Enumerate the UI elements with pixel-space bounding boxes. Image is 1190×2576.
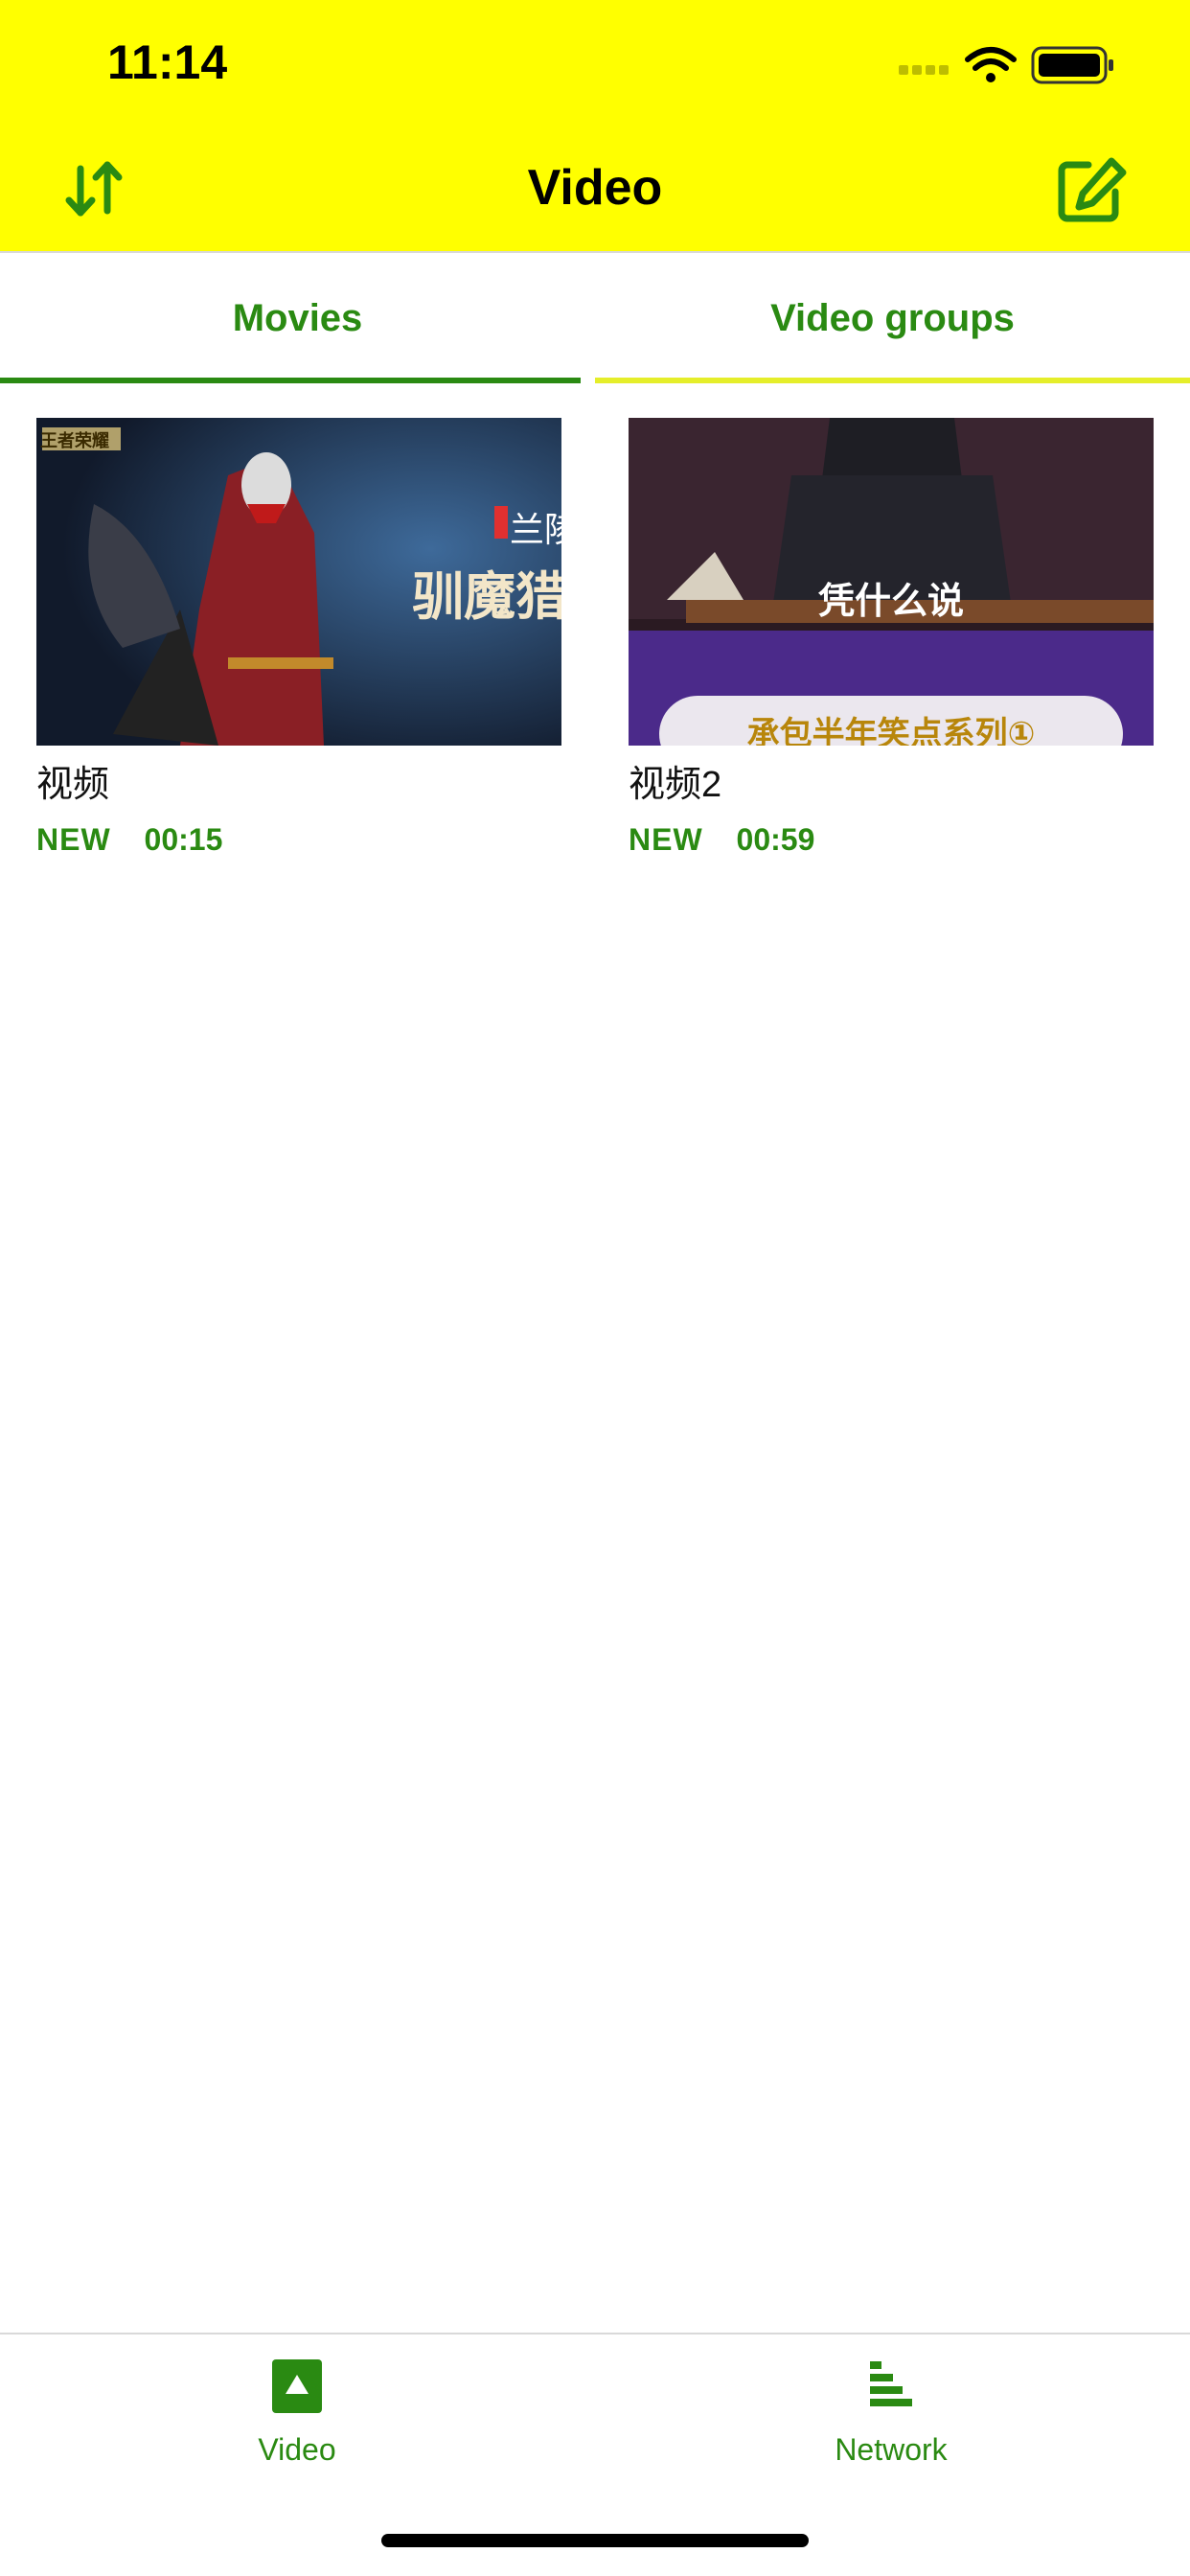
video-meta: NEW 00:59 (629, 822, 1154, 858)
video-title: 视频 (36, 765, 110, 805)
thumbnail-text: 驯魔猎 (412, 568, 561, 626)
tabbar-label-network: Network (835, 2432, 948, 2467)
tab-movies-label: Movies (232, 297, 363, 339)
video-duration: 00:15 (144, 822, 223, 857)
tab-movies[interactable]: Movies (0, 253, 595, 383)
tabbar-item-video[interactable]: Video (172, 2356, 422, 2468)
status-time: 11:14 (107, 35, 228, 89)
edit-button[interactable] (1054, 155, 1131, 224)
status-icons (899, 46, 1113, 84)
video-card[interactable]: 凭什么说 承包半年笑点系列① 视频2 NEW 00:59 (629, 418, 1154, 858)
video-thumbnail: 王者荣耀 兰陵 驯魔猎 (36, 418, 561, 746)
thumbnail-logo-text: 王者荣耀 (40, 431, 109, 450)
tabbar-item-network[interactable]: Network (767, 2356, 1016, 2468)
page-title: Video (527, 160, 663, 216)
new-badge: NEW (36, 822, 111, 857)
tab-movies-indicator (0, 378, 581, 383)
thumbnail-caption: 承包半年笑点系列① (746, 716, 1036, 746)
tab-video-groups-label: Video groups (770, 297, 1015, 339)
wifi-icon (965, 47, 1017, 71)
thumbnail-caption: 兰陵 (510, 510, 561, 549)
edit-icon (1058, 157, 1127, 222)
tabbar-label-video: Video (258, 2432, 336, 2467)
top-bar: 11:14 Video (0, 0, 1190, 253)
video-title: 视频2 (629, 765, 722, 805)
video-card[interactable]: 王者荣耀 兰陵 驯魔猎 视频 NEW 00:15 (36, 418, 561, 858)
new-badge: NEW (629, 822, 703, 857)
battery-icon (1031, 46, 1113, 84)
thumbnail-text: 凭什么说 (817, 582, 964, 622)
video-meta: NEW 00:15 (36, 822, 561, 858)
video-thumbnail: 凭什么说 承包半年笑点系列① (629, 418, 1154, 746)
video-icon (272, 2359, 322, 2413)
home-indicator (381, 2534, 809, 2547)
segment-tabs: Movies Video groups (0, 253, 1190, 383)
tab-video-groups-indicator (595, 378, 1190, 383)
signal-icon (899, 65, 949, 75)
video-duration: 00:59 (736, 822, 815, 857)
network-icon (870, 2361, 912, 2406)
tab-video-groups[interactable]: Video groups (595, 253, 1190, 383)
wifi-dot (986, 73, 995, 82)
